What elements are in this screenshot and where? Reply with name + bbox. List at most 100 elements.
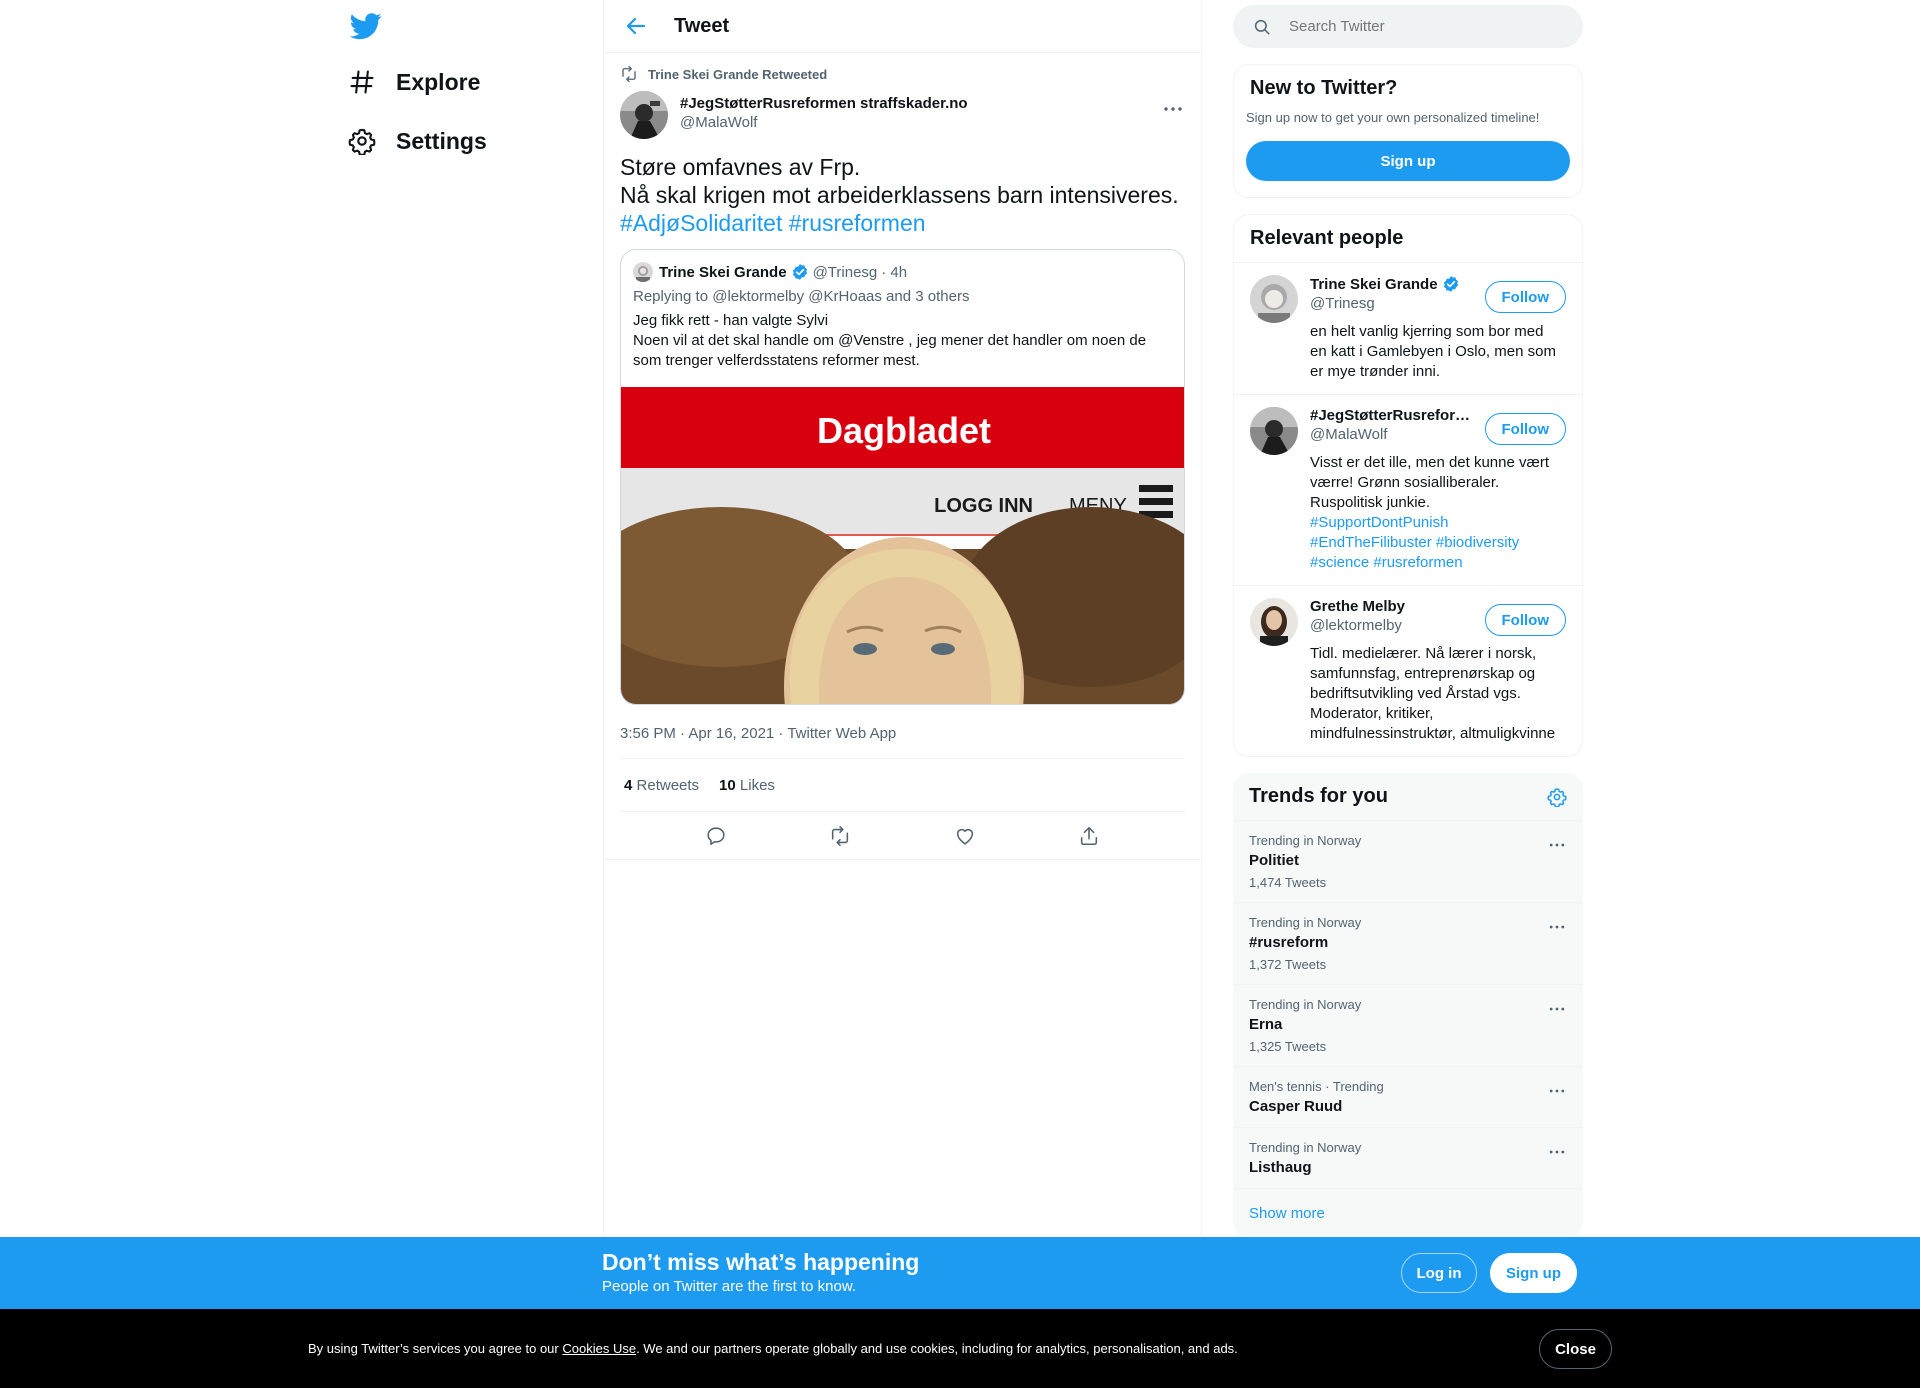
gear-icon[interactable] (1547, 787, 1567, 807)
right-sidebar: New to Twitter? Sign up now to get your … (1233, 0, 1583, 1238)
more-options-icon[interactable] (1547, 1081, 1567, 1101)
trend-count: 1,474 Tweets (1249, 875, 1327, 890)
quoted-tweet[interactable]: Trine Skei Grande @Trinesg · 4h Replying… (620, 249, 1185, 705)
nav-settings[interactable]: Settings (348, 117, 487, 165)
more-options-icon[interactable] (1547, 917, 1567, 937)
person-bio: Visst er det ille, men det kunne vært væ… (1310, 454, 1550, 571)
person-item[interactable]: #JegStøtterRusrefor… @MalaWolf Visst er … (1234, 394, 1582, 585)
trend-context: Trending in Norway (1249, 915, 1362, 930)
relevant-people-card: Relevant people Trine Skei Grande @Trine… (1233, 214, 1583, 757)
avatar[interactable] (1250, 407, 1298, 455)
trend-name: #rusreform (1249, 934, 1329, 951)
person-bio: Tidl. medielærer. Nå lærer i norsk, samf… (1310, 645, 1556, 742)
person-name[interactable]: Trine Skei Grande (1310, 275, 1470, 293)
hashtag-link[interactable]: #AdjøSolidaritet (620, 210, 782, 236)
retweet-action-icon[interactable] (829, 825, 851, 847)
main-column: Tweet Trine Skei Grande Retweeted #JegSt… (603, 0, 1202, 1240)
quoted-time: · 4h (881, 263, 908, 281)
more-options-icon[interactable] (1161, 97, 1185, 121)
gear-icon (348, 128, 376, 155)
more-options-icon[interactable] (1547, 835, 1567, 855)
trend-item[interactable]: Trending in Norway #rusreform 1,372 Twee… (1233, 902, 1583, 984)
replying-to: Replying to @lektormelby @KrHoaas and 3 … (633, 288, 970, 305)
cookie-bar: By using Twitter’s services you agree to… (0, 1309, 1920, 1388)
signup-banner: Don’t miss what’s happening People on Tw… (0, 1237, 1920, 1309)
search-bar[interactable] (1233, 5, 1583, 48)
dagbladet-logo: Dagbladet (817, 410, 991, 451)
follow-button[interactable]: Follow (1484, 413, 1566, 445)
new-to-twitter-subtitle: Sign up now to get your own personalized… (1246, 110, 1540, 125)
avatar[interactable] (1250, 275, 1298, 323)
twitter-logo-icon[interactable] (350, 10, 382, 42)
nav-explore[interactable]: Explore (348, 58, 480, 106)
hashtag-link[interactable]: #rusreformen (789, 210, 926, 236)
show-more-link[interactable]: Show more (1233, 1188, 1583, 1238)
person-item[interactable]: Grethe Melby @lektormelby Tidl. medielær… (1234, 585, 1582, 756)
logg-inn-label: LOGG INN (934, 495, 1033, 517)
search-input[interactable] (1289, 18, 1549, 35)
trend-item[interactable]: Trending in Norway Erna 1,325 Tweets (1233, 984, 1583, 1066)
quoted-author-handle: @Trinesg (812, 263, 878, 281)
quoted-text-line: Noen vil at det skal handle om @Venstre … (633, 332, 1147, 369)
author-display-name[interactable]: #JegStøtterRusreformen straffskader.no (680, 95, 968, 112)
person-bio-hashtags[interactable]: #SupportDontPunish #EndTheFilibuster #bi… (1310, 514, 1519, 571)
likes-stat[interactable]: 10 Likes (719, 777, 775, 794)
like-heart-icon[interactable] (954, 825, 976, 847)
trend-name: Casper Ruud (1249, 1098, 1343, 1115)
tweet-stats: 4 Retweets 10 Likes (620, 759, 1185, 812)
tweet-timestamp[interactable]: 3:56 PM · Apr 16, 2021 · Twitter Web App (620, 725, 1185, 759)
trend-item[interactable]: Men's tennis · Trending Casper Ruud (1233, 1066, 1583, 1127)
relevant-people-title: Relevant people (1250, 227, 1404, 249)
cookie-text: By using Twitter’s services you agree to… (308, 1341, 1238, 1356)
new-to-twitter-card: New to Twitter? Sign up now to get your … (1233, 64, 1583, 198)
person-item[interactable]: Trine Skei Grande @Trinesg en helt vanli… (1234, 262, 1582, 394)
trend-context: Trending in Norway (1249, 997, 1362, 1012)
trend-item[interactable]: Trending in Norway Politiet 1,474 Tweets (1233, 820, 1583, 902)
quoted-text-line: Jeg fikk rett - han valgte Sylvi (633, 312, 829, 329)
share-icon[interactable] (1078, 825, 1100, 847)
hashtag-icon (350, 70, 374, 94)
search-icon (1254, 19, 1270, 34)
more-options-icon[interactable] (1547, 1142, 1567, 1162)
follow-button[interactable]: Follow (1484, 604, 1566, 636)
more-options-icon[interactable] (1547, 999, 1567, 1019)
verified-badge-icon (792, 264, 807, 280)
log-in-button[interactable]: Log in (1401, 1253, 1477, 1293)
back-arrow-icon[interactable] (624, 14, 648, 38)
trends-title: Trends for you (1249, 785, 1388, 807)
tweet: Trine Skei Grande Retweeted #JegStøtterR… (604, 65, 1201, 860)
follow-button[interactable]: Follow (1484, 281, 1566, 313)
retweet-icon (622, 65, 636, 83)
retweet-context[interactable]: Trine Skei Grande Retweeted (620, 65, 1185, 83)
banner-subtitle: People on Twitter are the first to know. (602, 1278, 857, 1295)
close-button[interactable]: Close (1539, 1329, 1612, 1369)
retweeted-by-label: Trine Skei Grande Retweeted (648, 66, 828, 82)
page-header: Tweet (604, 0, 1201, 53)
trend-name: Erna (1249, 1016, 1283, 1033)
quoted-avatar (633, 262, 653, 282)
hamburger-menu-icon (1139, 485, 1173, 518)
trend-context: Men's tennis · Trending (1249, 1079, 1384, 1094)
person-name[interactable]: #JegStøtterRusrefor… (1310, 407, 1470, 424)
avatar[interactable] (620, 91, 668, 139)
trend-name: Politiet (1249, 852, 1300, 869)
tweet-text-line: Støre omfavnes av Frp. (620, 154, 861, 180)
page-title: Tweet (674, 14, 730, 37)
nav-settings-label: Settings (396, 127, 487, 154)
avatar[interactable] (1250, 598, 1298, 646)
sign-up-button[interactable]: Sign up (1246, 141, 1570, 181)
person-name[interactable]: Grethe Melby (1310, 598, 1470, 615)
trend-item[interactable]: Trending in Norway Listhaug (1233, 1127, 1583, 1188)
retweets-stat[interactable]: 4 Retweets (624, 777, 699, 794)
tweet-text-line: Nå skal krigen mot arbeiderklassens barn… (620, 182, 1179, 208)
cookies-use-link[interactable]: Cookies Use (562, 1341, 636, 1356)
trend-name: Listhaug (1249, 1159, 1312, 1176)
quoted-image[interactable]: Dagbladet LOGG INN MENY (621, 387, 1184, 704)
author-handle[interactable]: @MalaWolf (680, 114, 968, 131)
banner-title: Don’t miss what’s happening (602, 1249, 920, 1275)
quoted-text: Jeg fikk rett - han valgte Sylvi Noen vi… (621, 305, 1184, 371)
trend-context: Trending in Norway (1249, 1140, 1362, 1155)
reply-icon[interactable] (705, 825, 727, 847)
trend-context: Trending in Norway (1249, 833, 1362, 848)
sign-up-button[interactable]: Sign up (1490, 1253, 1577, 1293)
